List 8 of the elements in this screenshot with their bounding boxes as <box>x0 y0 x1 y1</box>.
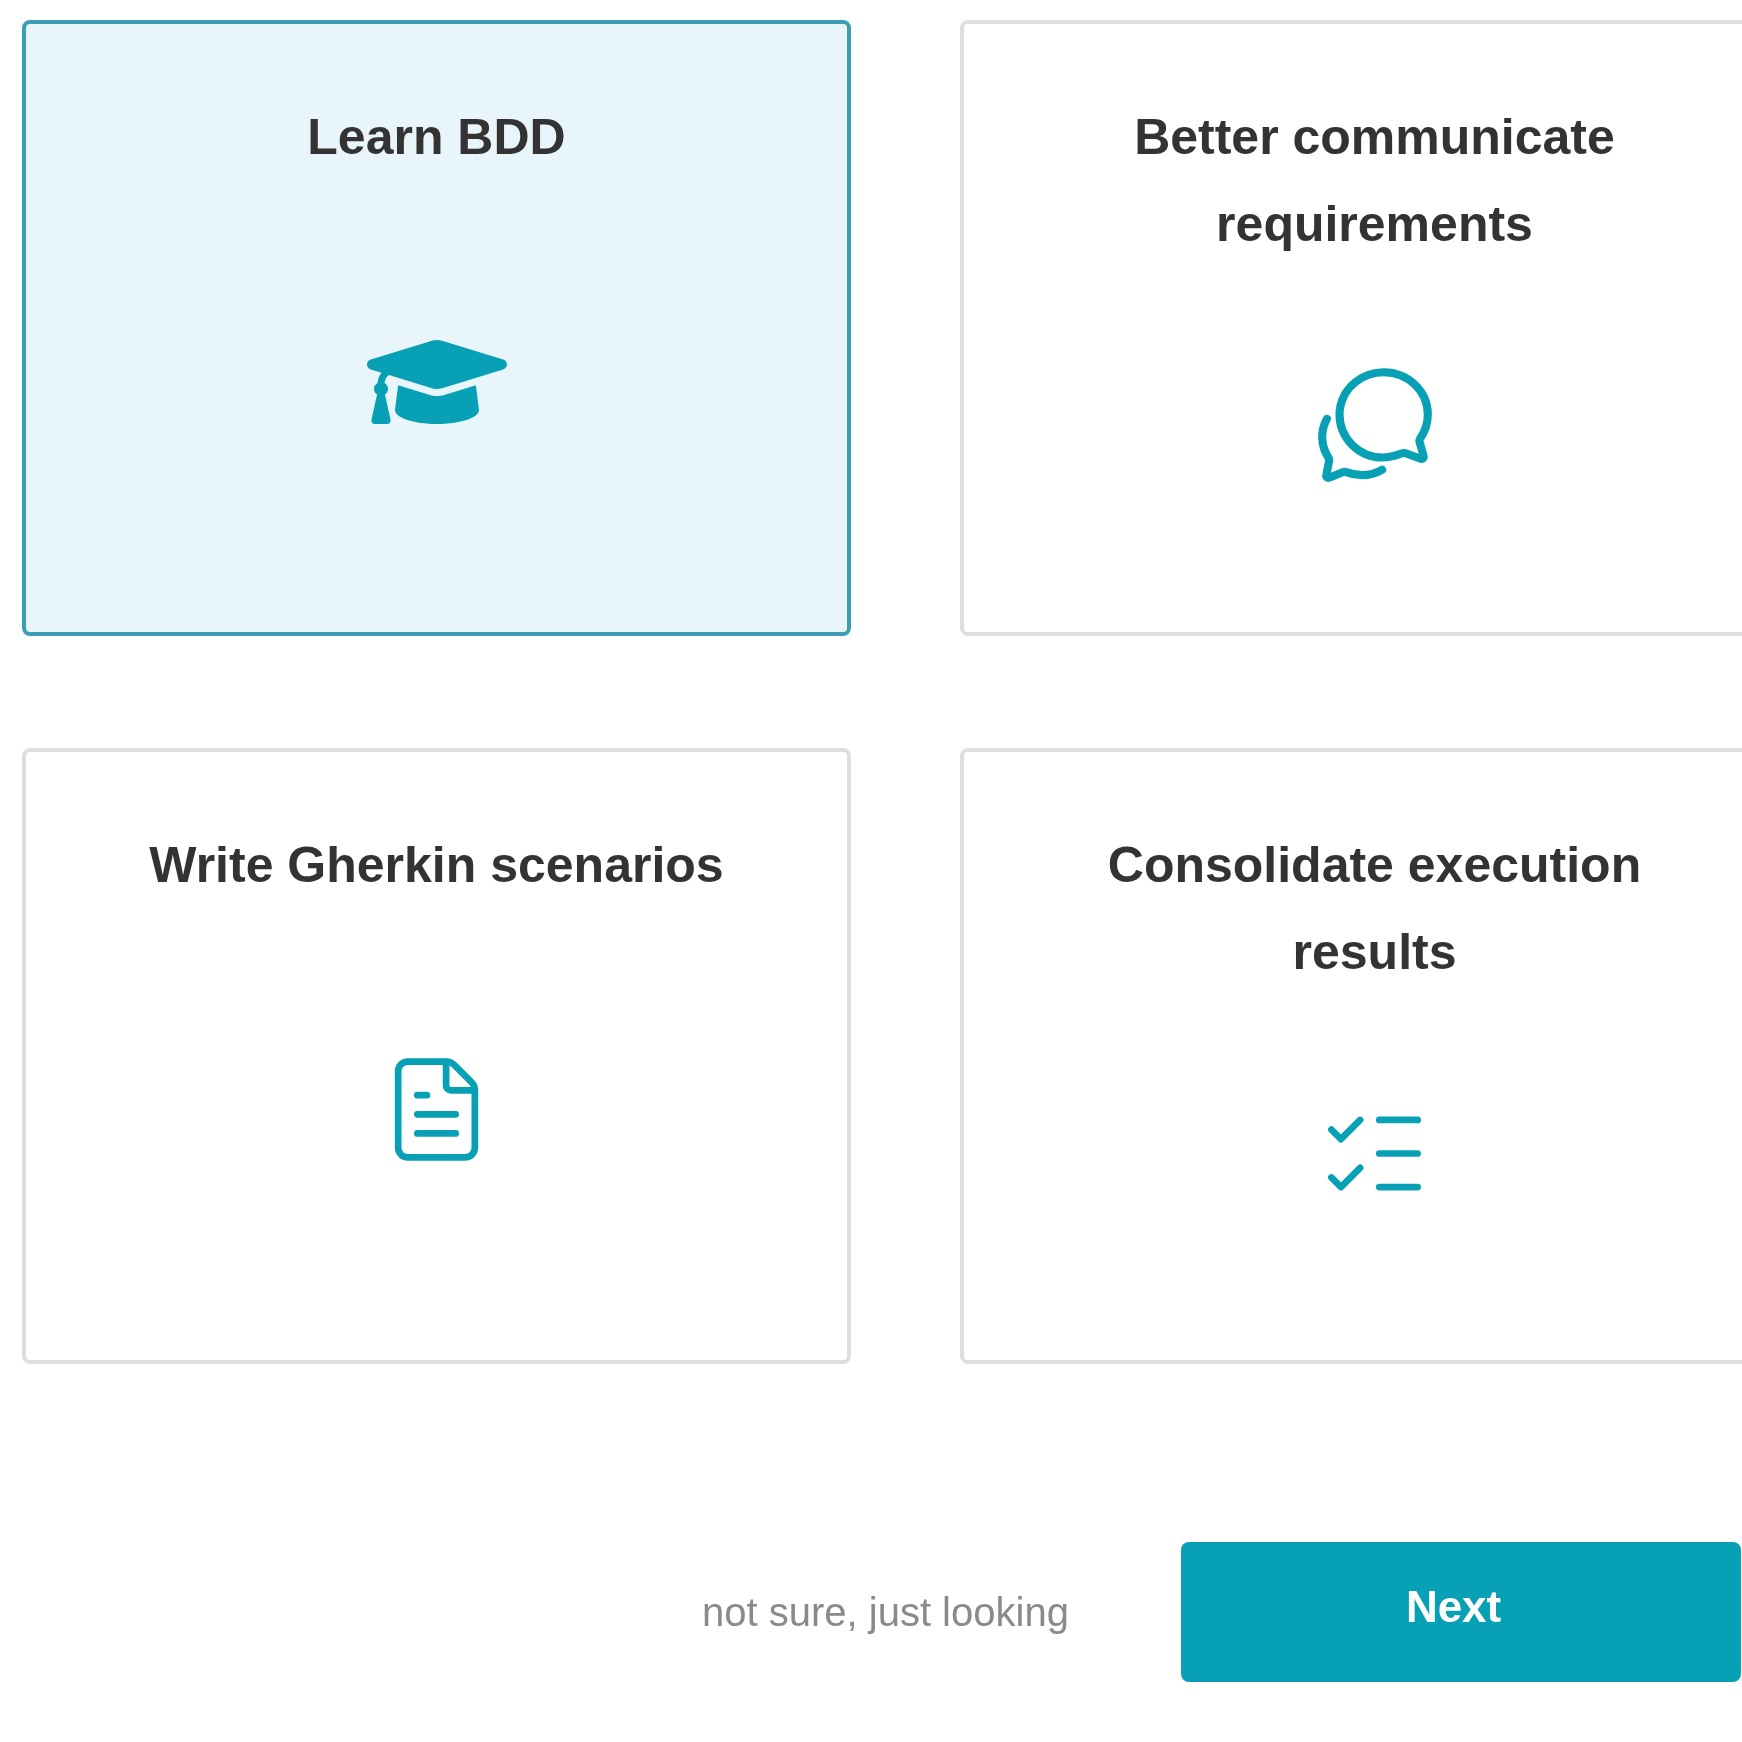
card-title: Learn BDD <box>307 108 566 167</box>
option-card[interactable]: Consolidate execution results <box>960 748 1742 1364</box>
card-title: Better communicate requirements <box>1133 108 1616 254</box>
card-title: Consolidate execution results <box>1106 836 1643 982</box>
option-card[interactable]: Write Gherkin scenarios <box>22 748 851 1364</box>
card-title: Write Gherkin scenarios <box>149 836 724 895</box>
option-card[interactable]: Better communicate requirements <box>960 20 1742 636</box>
option-card[interactable]: Learn BDD <box>22 20 851 636</box>
